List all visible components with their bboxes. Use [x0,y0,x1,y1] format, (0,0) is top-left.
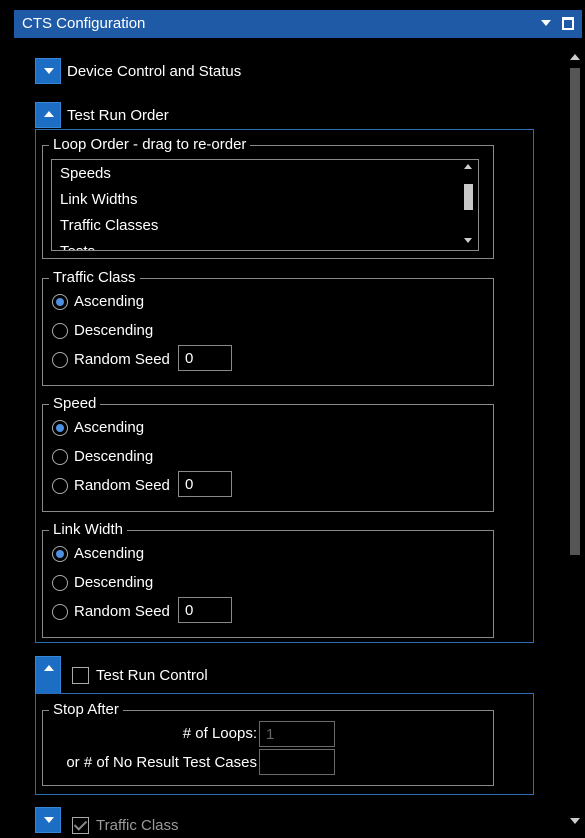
list-item[interactable]: Link Widths [60,191,138,208]
radio-label: Random Seed [74,477,170,494]
radio-button[interactable] [52,478,68,494]
scroll-down-icon[interactable] [570,818,580,826]
no-result-input[interactable] [259,749,335,775]
collapse-test-run-control-button[interactable] [35,656,61,694]
loop-order-list[interactable]: Speeds Link Widths Traffic Classes Tests [51,159,479,251]
radio-label: Descending [74,322,154,339]
loop-order-scrollbar[interactable] [462,160,474,250]
stop-after-label: Stop After [49,701,123,718]
list-item[interactable]: Speeds [60,165,111,182]
traffic-class-section-title: Traffic Class [96,817,179,834]
radio-label: Ascending [74,545,145,562]
traffic-class-label: Traffic Class [49,269,140,286]
speed-label: Speed [49,395,101,412]
no-result-label: or # of No Result Test Cases [66,754,257,771]
test-run-control-title: Test Run Control [96,667,208,684]
radio-label: Descending [74,574,154,591]
expand-device-control-button[interactable] [35,58,61,84]
radio-label: Descending [74,448,154,465]
expand-traffic-class-button[interactable] [35,807,61,833]
loop-order-label: Loop Order - drag to re-order [49,136,251,153]
test-run-order-title: Test Run Order [67,107,169,124]
chevron-down-icon[interactable] [539,16,553,30]
radio-button[interactable] [52,352,68,368]
scroll-down-icon[interactable] [462,238,474,246]
speed-group: Speed Ascending Descending Random Seed [42,395,494,512]
speed-seed-input[interactable] [178,471,232,497]
list-item[interactable]: Traffic Classes [60,217,158,234]
radio-button[interactable] [52,604,68,620]
radio-button[interactable] [52,420,68,436]
window-title: CTS Configuration [22,15,146,32]
radio-label: Random Seed [74,603,170,620]
scroll-up-icon[interactable] [462,164,474,172]
test-run-order-box: Loop Order - drag to re-order Speeds Lin… [35,129,534,643]
radio-label: Ascending [74,419,145,436]
scroll-up-icon[interactable] [570,54,580,62]
link-width-group: Link Width Ascending Descending Random S… [42,521,494,638]
scroll-thumb[interactable] [570,68,580,555]
loops-label: # of Loops: [182,725,257,742]
radio-button[interactable] [52,449,68,465]
traffic-class-checkbox[interactable] [72,817,89,834]
config-panel: Device Control and Status Test Run Order… [14,38,582,838]
maximize-icon[interactable] [561,16,575,30]
radio-button[interactable] [52,575,68,591]
list-item[interactable]: Tests [60,243,95,250]
radio-button[interactable] [52,294,68,310]
link-width-seed-input[interactable] [178,597,232,623]
scroll-thumb[interactable] [464,184,473,210]
radio-label: Ascending [74,293,145,310]
main-scrollbar[interactable] [568,48,582,838]
loops-input[interactable] [259,721,335,747]
collapse-test-run-order-button[interactable] [35,102,61,128]
stop-after-group: Stop After # of Loops: or # of No Result… [42,701,494,786]
traffic-class-group: Traffic Class Ascending Descending Rando… [42,269,494,386]
test-run-control-checkbox[interactable] [72,667,89,684]
device-control-title: Device Control and Status [67,63,242,80]
test-run-control-box: Stop After # of Loops: or # of No Result… [35,693,534,795]
radio-button[interactable] [52,323,68,339]
traffic-class-seed-input[interactable] [178,345,232,371]
loop-order-group: Loop Order - drag to re-order Speeds Lin… [42,136,494,259]
link-width-label: Link Width [49,521,128,538]
title-bar: CTS Configuration [14,10,582,39]
radio-label: Random Seed [74,351,170,368]
radio-button[interactable] [52,546,68,562]
